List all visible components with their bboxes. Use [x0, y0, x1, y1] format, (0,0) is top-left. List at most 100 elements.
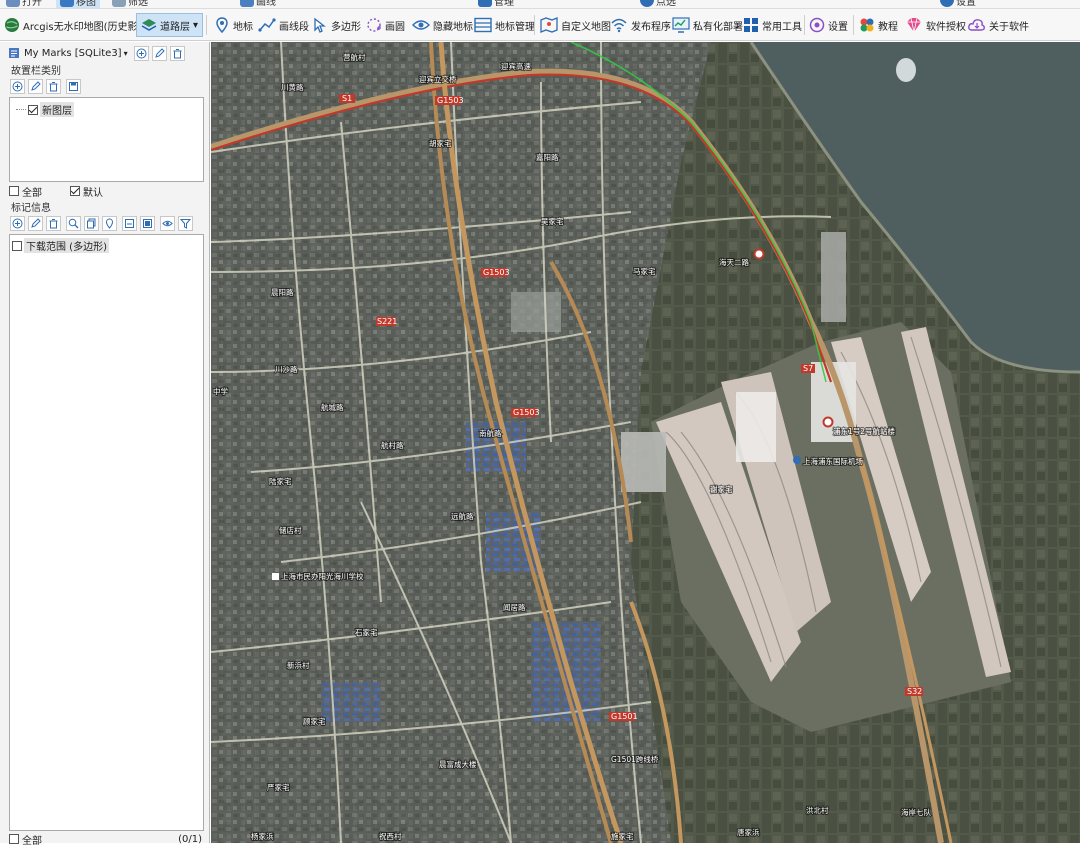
polygon-cursor-icon: [314, 17, 326, 33]
edit-mark-icon[interactable]: [28, 215, 43, 231]
tutorial-button[interactable]: 教程: [859, 13, 898, 37]
map-label: 远航路: [451, 511, 474, 521]
draw-circle-label: 画圆: [385, 21, 405, 33]
draw-button[interactable]: 画线: [240, 0, 276, 8]
toolbar-separator: [804, 15, 805, 35]
filter-button[interactable]: 筛选: [112, 0, 148, 8]
toolbar-separator: [853, 15, 854, 35]
wifi-icon: [611, 18, 627, 33]
map-label: 杨家浜: [251, 831, 274, 841]
common-tools-button[interactable]: 常用工具: [743, 13, 802, 37]
map-pin-icon: [216, 17, 228, 33]
draw-line-button[interactable]: 画线段: [258, 13, 309, 37]
layer-tree-item[interactable]: 新图层: [16, 102, 74, 117]
shield-s1: S1: [342, 94, 352, 103]
save-layer-icon[interactable]: [66, 78, 81, 94]
satellite-map[interactable]: S1 G1503 G1503 G1503 S221 S7 S32 G1501 营…: [211, 42, 1080, 843]
airport-icon: [793, 456, 801, 464]
settings-button[interactable]: 设置: [940, 0, 976, 8]
open-button[interactable]: 打开: [6, 0, 42, 8]
grid-apps-icon: [744, 18, 758, 32]
select-mark-icon[interactable]: [140, 215, 155, 231]
map-label: 迎宾高速: [501, 61, 531, 71]
road-layer-button[interactable]: 道路层 ▾: [136, 13, 204, 37]
road-layer-label: 道路层: [160, 21, 190, 33]
about-button[interactable]: 关于软件: [968, 13, 1029, 37]
map-label: 吴家宅: [541, 216, 564, 226]
school-icon: [272, 573, 279, 580]
draw-circle-button[interactable]: 画圆: [366, 13, 405, 37]
gear-icon: [809, 17, 825, 33]
map-label: 南航路: [479, 428, 502, 438]
hide-landmark-label: 隐藏地标: [433, 21, 473, 33]
about-label: 关于软件: [989, 21, 1029, 33]
map-label: 川黄路: [281, 82, 304, 92]
layer-toolbar: [0, 78, 210, 94]
marks-list: 下载范围 (多边形): [9, 234, 204, 831]
filter-mark-icon[interactable]: [178, 215, 193, 231]
db-header: My Marks [SQLite3] ▾: [0, 45, 210, 61]
map-label: 洪北村: [806, 805, 829, 815]
search-mark-icon[interactable]: [66, 215, 81, 231]
mark-name: 下载范围 (多边形): [24, 238, 109, 253]
check-all-layers[interactable]: [9, 186, 19, 196]
list-item[interactable]: 下载范围 (多边形): [12, 238, 109, 253]
shield-s221: S221: [377, 317, 397, 326]
toolbar-separator: [534, 15, 535, 35]
copy-mark-icon[interactable]: [84, 215, 99, 231]
edit-layer-icon[interactable]: [28, 78, 43, 94]
map-label: 谢家宅: [710, 484, 733, 494]
landmark-manage-button[interactable]: 地标管理: [474, 13, 535, 37]
map-view[interactable]: S1 G1503 G1503 G1503 S221 S7 S32 G1501 营…: [211, 42, 1080, 843]
landmark-label: 地标: [233, 21, 253, 33]
hide-landmark-button[interactable]: 隐藏地标: [412, 13, 473, 37]
license-button[interactable]: 软件授权: [905, 13, 966, 37]
add-layer-icon[interactable]: [10, 78, 25, 94]
polygon-button[interactable]: 多边形: [312, 13, 361, 37]
delete-layer-icon[interactable]: [46, 78, 61, 94]
add-db-icon[interactable]: [133, 45, 149, 61]
map-label: 胡家宅: [429, 138, 452, 148]
add-mark-icon[interactable]: [10, 215, 25, 231]
export-mark-icon[interactable]: [122, 215, 137, 231]
publish-button[interactable]: 发布程序: [610, 13, 671, 37]
delete-mark-icon[interactable]: [46, 215, 61, 231]
map-label: 航村路: [381, 440, 404, 450]
map-label: 新浜村: [287, 660, 310, 670]
custom-map-button[interactable]: 自定义地图: [540, 13, 611, 37]
custom-map-label: 自定义地图: [561, 21, 611, 33]
select-button[interactable]: 点选: [640, 0, 676, 8]
layer-checkbox[interactable]: [28, 104, 38, 115]
map-label: 马家宅: [633, 266, 656, 276]
draw-line-label: 画线段: [279, 21, 309, 33]
chevron-down-icon[interactable]: ▾: [124, 49, 128, 58]
mark-checkbox[interactable]: [12, 240, 22, 251]
globe-icon: [5, 18, 19, 32]
check-default[interactable]: [70, 186, 80, 196]
map-label: 迎宾立交桥: [419, 74, 457, 84]
toolbar-separator: [206, 15, 207, 35]
edit-db-icon[interactable]: [151, 45, 167, 61]
diamond-icon: [907, 17, 921, 33]
locate-mark-icon[interactable]: [102, 215, 117, 231]
pan-label: 移图: [76, 0, 96, 8]
map-label: 浦东1号2号航站楼: [833, 426, 896, 436]
footer-all-label: 全部: [22, 835, 42, 847]
settings-button[interactable]: 设置: [809, 13, 848, 37]
select-label: 点选: [656, 0, 676, 8]
map-label: 闻居路: [503, 602, 526, 612]
private-deploy-button[interactable]: 私有化部署: [672, 13, 743, 37]
view-mark-icon[interactable]: [160, 215, 175, 231]
map-label: 石家宅: [355, 627, 378, 637]
manage-button[interactable]: 管理: [478, 0, 514, 8]
landmark-button[interactable]: 地标: [214, 13, 253, 37]
db-title[interactable]: My Marks [SQLite3]: [24, 48, 122, 59]
pan-button[interactable]: 移图: [56, 0, 100, 8]
settings-label: 设置: [956, 0, 976, 8]
check-default-label: 默认: [83, 187, 103, 199]
eye-icon: [412, 20, 430, 30]
delete-db-icon[interactable]: [169, 45, 185, 61]
map-label: 上海市民办阳光海川学校: [281, 571, 364, 581]
draw-label: 画线: [256, 0, 276, 8]
filter-label: 筛选: [128, 0, 148, 8]
